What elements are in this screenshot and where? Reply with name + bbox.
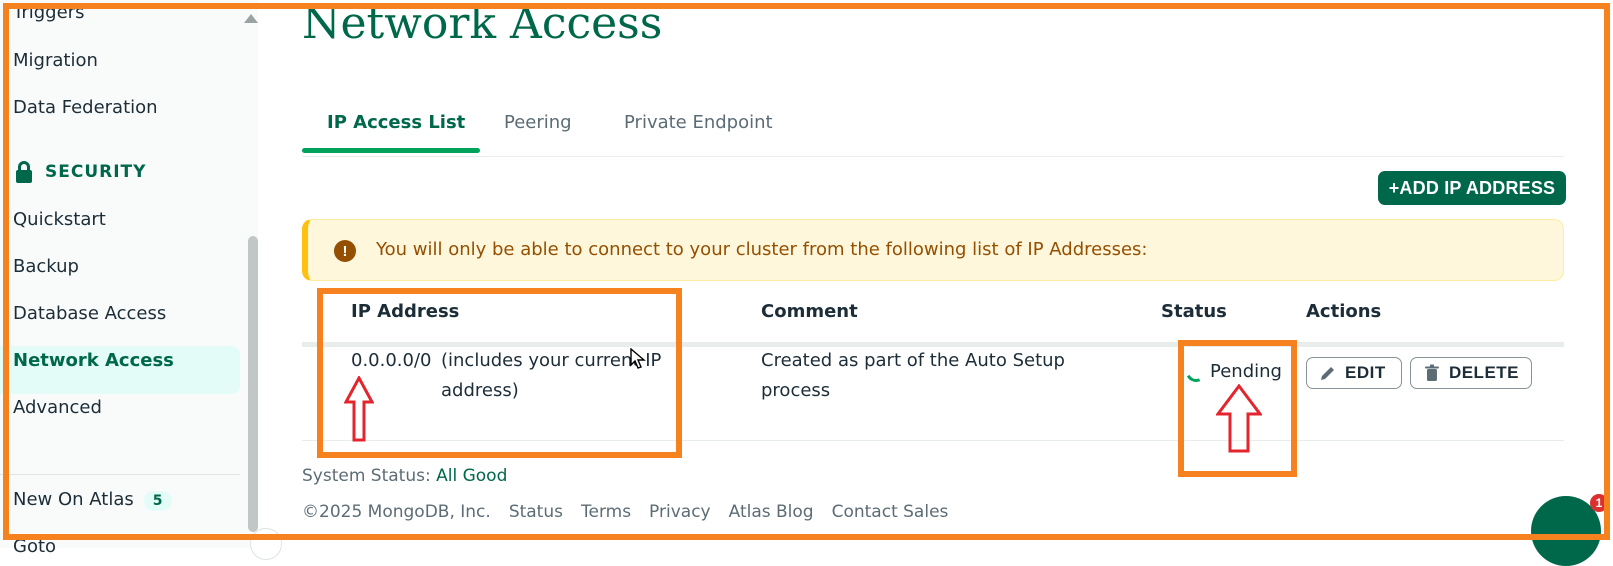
annotation-up-arrow-icon: [344, 376, 374, 442]
annotation-outer-frame: [3, 3, 1610, 540]
annotation-up-arrow-icon: [1216, 384, 1262, 453]
